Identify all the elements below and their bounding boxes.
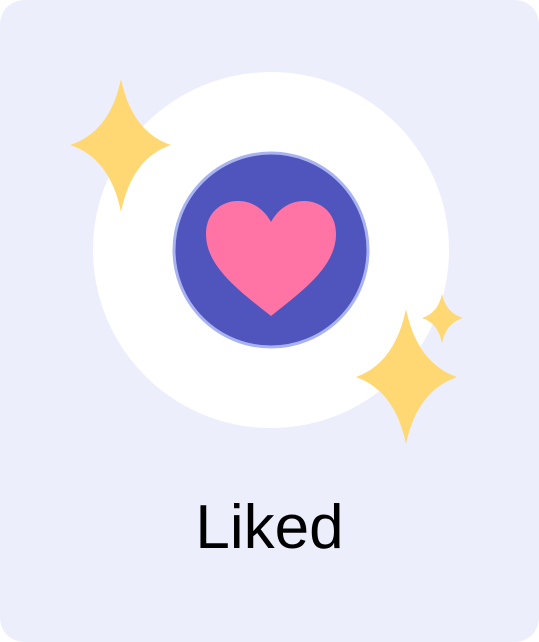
- liked-label: Liked: [195, 493, 344, 562]
- liked-card[interactable]: Liked: [0, 0, 539, 642]
- liked-illustration: [70, 72, 463, 444]
